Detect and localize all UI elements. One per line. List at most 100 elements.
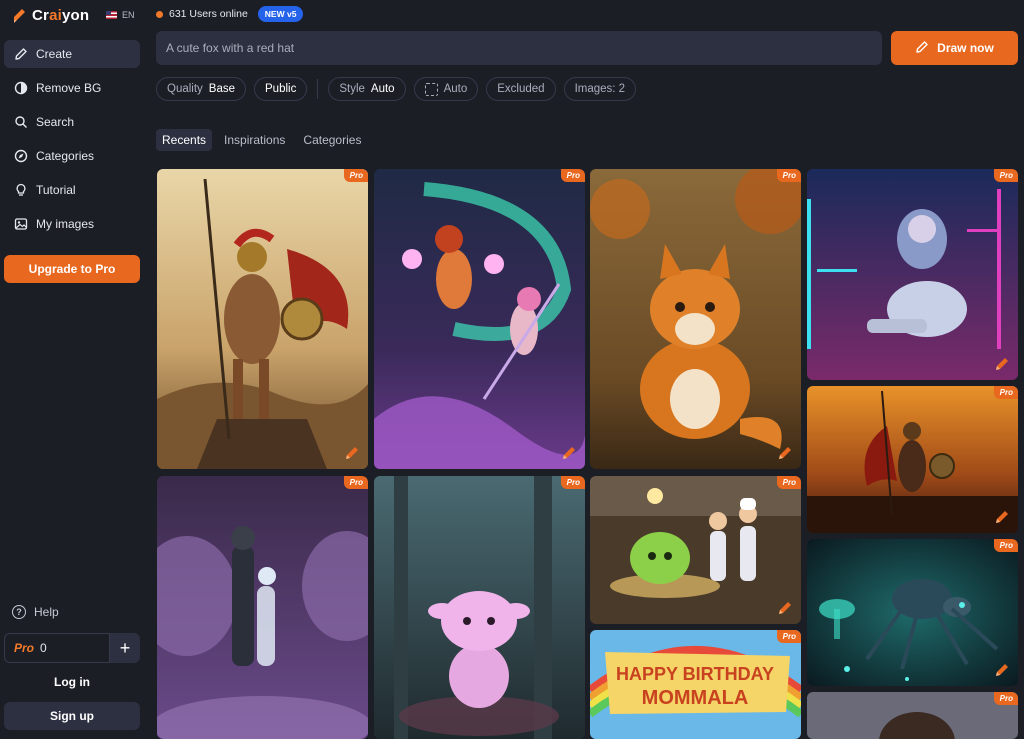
robot-couple-artwork (157, 476, 368, 739)
online-dot-icon (156, 10, 163, 18)
pencil-icon (915, 40, 929, 57)
us-flag-icon (106, 11, 117, 19)
tab-categories[interactable]: Categories (297, 129, 367, 151)
crayon-logo-icon (12, 8, 26, 24)
pro-label: Pro (14, 641, 35, 655)
edit-pencil-icon[interactable] (994, 356, 1010, 372)
gallery-image-robot-couple[interactable]: Pro (157, 476, 368, 739)
help-label: Help (34, 605, 59, 619)
gallery-image-glowing-spider[interactable]: Pro (807, 539, 1018, 686)
pro-badge: Pro (993, 169, 1018, 182)
sidebar-item-label: Create (36, 47, 73, 61)
sidebar-item-label: Categories (36, 149, 95, 163)
pro-badge: Pro (560, 476, 585, 489)
spartan-sunset-artwork (807, 386, 1018, 533)
edit-pencil-icon[interactable] (561, 445, 577, 461)
svg-text:MOMMALA: MOMMALA (642, 687, 749, 709)
gallery-image-fox[interactable]: Pro (590, 169, 801, 469)
sidebar-item-remove-bg[interactable]: Remove BG (4, 74, 140, 102)
style-label: Style (339, 83, 365, 95)
gallery-image-pink-creature[interactable]: Pro (374, 476, 585, 739)
image-icon (14, 217, 28, 231)
tab-inspirations[interactable]: Inspirations (218, 129, 291, 151)
pro-badge: Pro (993, 539, 1018, 552)
edit-pencil-icon[interactable] (994, 662, 1010, 678)
quality-label: Quality (167, 83, 203, 95)
sidebar-item-create[interactable]: Create (4, 40, 140, 68)
pro-badge: Pro (993, 386, 1018, 399)
sidebar-item-tutorial[interactable]: Tutorial (4, 176, 140, 204)
pencil-icon (14, 47, 28, 61)
gallery-image-cabbage-chefs[interactable]: Pro (590, 476, 801, 624)
pro-badge: Pro (343, 169, 368, 182)
sidebar-item-label: Remove BG (36, 81, 102, 95)
cabbage-chefs-artwork (590, 476, 801, 624)
style-value: Auto (370, 83, 395, 95)
quality-value: Base (208, 83, 236, 95)
gallery-image-spartan-sunset[interactable]: Pro (807, 386, 1018, 533)
logo[interactable]: Craiyon (12, 7, 89, 24)
pro-badge: Pro (560, 169, 585, 182)
pink-creature-artwork (374, 476, 585, 739)
sidebar: Craiyon EN Create Remove BG Search Categ… (0, 0, 148, 739)
edit-pencil-icon[interactable] (344, 445, 360, 461)
pro-badge: Pro (776, 630, 801, 643)
pro-badge: Pro (343, 476, 368, 489)
magical-girls-artwork (374, 169, 585, 469)
gallery-image-portrait[interactable]: Pro (807, 692, 1018, 739)
edit-pencil-icon[interactable] (994, 509, 1010, 525)
edit-pencil-icon[interactable] (777, 445, 793, 461)
new-version-badge[interactable]: NEW v5 (257, 6, 304, 22)
upgrade-to-pro-button[interactable]: Upgrade to Pro (4, 255, 140, 283)
sidebar-item-my-images[interactable]: My images (4, 210, 140, 238)
cyber-android-artwork (807, 169, 1018, 380)
compass-icon (14, 149, 28, 163)
sidebar-item-categories[interactable]: Categories (4, 142, 140, 170)
gallery-image-birthday-banner[interactable]: HAPPY BIRTHDAY MOMMALA Pro (590, 630, 801, 739)
contrast-icon (14, 81, 28, 95)
help-icon: ? (12, 605, 26, 619)
gallery-image-spartan-warrior[interactable]: Pro (157, 169, 368, 469)
login-button[interactable]: Log in (4, 672, 140, 692)
style-selector[interactable]: Style Auto (328, 77, 406, 101)
tab-recents[interactable]: Recents (156, 129, 213, 151)
aspect-ratio-icon (424, 82, 438, 96)
glowing-spider-artwork (807, 539, 1018, 686)
sidebar-item-search[interactable]: Search (4, 108, 140, 136)
quality-selector[interactable]: Quality Base (156, 77, 247, 101)
aspect-ratio-value: Auto (443, 83, 468, 95)
gallery-image-magical-girls[interactable]: Pro (374, 169, 585, 469)
lightbulb-icon (14, 183, 28, 197)
users-online-text: 631 Users online (169, 8, 248, 20)
pro-badge: Pro (993, 692, 1018, 705)
aspect-ratio-selector[interactable]: Auto (413, 77, 479, 101)
language-label: EN (122, 10, 135, 20)
gallery-tabs: Recents Inspirations Categories (156, 129, 367, 151)
filter-bar: Quality Base Public Style Auto Auto Excl… (156, 77, 637, 101)
visibility-selector[interactable]: Public (254, 77, 308, 101)
edit-pencil-icon[interactable] (777, 600, 793, 616)
pro-credits: Pro 0 + (4, 633, 140, 663)
add-credits-button[interactable]: + (110, 633, 140, 663)
prompt-input[interactable] (156, 31, 882, 65)
sidebar-item-label: My images (36, 217, 95, 231)
online-status: 631 Users online NEW v5 (156, 6, 304, 22)
language-selector[interactable]: EN (106, 10, 135, 20)
pro-count-value: 0 (40, 641, 47, 655)
excluded-selector[interactable]: Excluded (486, 77, 556, 101)
signup-button[interactable]: Sign up (4, 702, 140, 730)
pro-badge: Pro (776, 476, 801, 489)
draw-now-button[interactable]: Draw now (891, 31, 1018, 65)
portrait-artwork (807, 692, 1018, 739)
logo-text: Craiyon (32, 7, 90, 24)
images-count-selector[interactable]: Images: 2 (563, 77, 637, 101)
pro-badge: Pro (776, 169, 801, 182)
sidebar-item-label: Tutorial (36, 183, 76, 197)
sidebar-item-label: Search (36, 115, 75, 129)
help-link[interactable]: ? Help (12, 605, 59, 619)
draw-now-label: Draw now (937, 41, 994, 55)
search-icon (14, 115, 28, 129)
gallery-image-cyber-android[interactable]: Pro (807, 169, 1018, 380)
fox-artwork (590, 169, 801, 469)
sidebar-nav: Create Remove BG Search Categories Tutor… (4, 40, 140, 244)
